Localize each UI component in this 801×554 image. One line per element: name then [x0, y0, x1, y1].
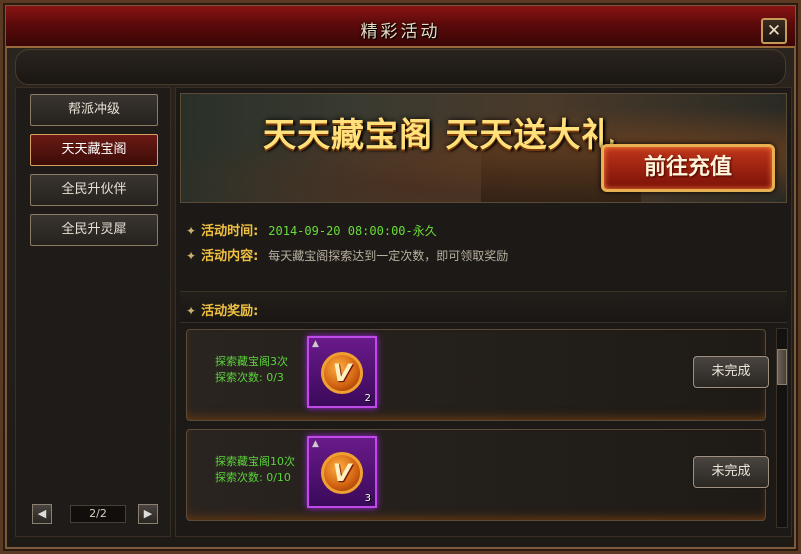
lock-icon: ▲	[312, 439, 319, 449]
sidebar-item-guild-level[interactable]: 帮派冲级	[30, 94, 158, 126]
reward-row: 探索藏宝阁10次 探索次数: 0/10 ▲ V 3 未完成	[186, 429, 769, 521]
window-title: 精彩活动	[360, 22, 441, 42]
reward-item-slot[interactable]: ▲ V 2	[307, 336, 377, 408]
close-icon: ✕	[766, 21, 782, 41]
close-button[interactable]: ✕	[761, 18, 787, 44]
chevron-right-icon: ▶	[143, 507, 153, 520]
bullet-icon: ✦	[186, 249, 197, 263]
sidebar-item-partner-upgrade[interactable]: 全民升伙伴	[30, 174, 158, 206]
reward-row: 探索藏宝阁3次 探索次数: 0/3 ▲ V 2 未完成	[186, 329, 769, 421]
rewards-label-row: ✦ 活动奖励:	[186, 300, 268, 319]
activity-time-label: 活动时间:	[201, 224, 259, 239]
sidebar-item-spirit-upgrade[interactable]: 全民升灵犀	[30, 214, 158, 246]
recharge-button[interactable]: 前往充值	[601, 144, 775, 192]
header-band	[15, 49, 786, 85]
activity-content-value: 每天藏宝阁探索达到一定次数，即可领取奖励	[268, 249, 509, 263]
next-page-button[interactable]: ▶	[138, 504, 158, 524]
reward-progress: 探索次数: 0/3	[215, 371, 284, 384]
activity-window: 精彩活动 ✕ 帮派冲级 天天藏宝阁 全民升伙伴 全民升灵犀 ◀ 2/2 ▶ 天天…	[0, 0, 801, 554]
chevron-left-icon: ◀	[37, 507, 47, 520]
claim-status-button[interactable]: 未完成	[693, 456, 769, 488]
bullet-icon: ✦	[186, 224, 197, 238]
sidebar-pager: ◀ 2/2 ▶	[32, 504, 158, 526]
page-indicator: 2/2	[70, 505, 126, 523]
sidebar-item-label: 帮派冲级	[67, 102, 120, 117]
item-count: 3	[364, 493, 371, 504]
reward-requirement: 探索藏宝阁10次 探索次数: 0/10	[215, 454, 295, 486]
bullet-icon: ✦	[186, 304, 197, 318]
lock-icon: ▲	[312, 339, 319, 349]
reward-requirement: 探索藏宝阁3次 探索次数: 0/3	[215, 354, 288, 386]
activity-content-row: ✦ 活动内容: 每天藏宝阁探索达到一定次数，即可领取奖励	[186, 245, 508, 264]
rewards-label: 活动奖励:	[201, 304, 259, 319]
activity-sidebar: 帮派冲级 天天藏宝阁 全民升伙伴 全民升灵犀 ◀ 2/2 ▶	[15, 87, 171, 537]
activity-detail-panel: 天天藏宝阁 天天送大礼 前往充值 ✦ 活动时间: 2014-09-20 08:00:…	[175, 87, 792, 537]
sidebar-item-label: 全民升灵犀	[61, 222, 127, 237]
reward-goal: 探索藏宝阁10次	[215, 455, 295, 468]
claim-status-button[interactable]: 未完成	[693, 356, 769, 388]
reward-item-slot[interactable]: ▲ V 3	[307, 436, 377, 508]
reward-goal: 探索藏宝阁3次	[215, 355, 288, 368]
coin-icon: V	[321, 452, 363, 494]
sidebar-item-label: 天天藏宝阁	[61, 142, 127, 157]
banner-title: 天天藏宝阁 天天送大礼	[263, 115, 616, 154]
activity-time-value: 2014-09-20 08:00:00-永久	[268, 224, 437, 238]
prev-page-button[interactable]: ◀	[32, 504, 52, 524]
activity-content-label: 活动内容:	[201, 249, 259, 264]
activity-time-row: ✦ 活动时间: 2014-09-20 08:00:00-永久	[186, 220, 437, 239]
coin-icon: V	[321, 352, 363, 394]
sidebar-item-label: 全民升伙伴	[61, 182, 127, 197]
sidebar-item-treasure-pavilion[interactable]: 天天藏宝阁	[30, 134, 158, 166]
item-count: 2	[364, 393, 371, 404]
rewards-header: ✦ 活动奖励:	[180, 291, 787, 323]
title-bar[interactable]: 精彩活动 ✕	[6, 6, 795, 48]
promo-banner: 天天藏宝阁 天天送大礼 前往充值	[180, 93, 787, 203]
scrollbar-thumb[interactable]	[777, 349, 787, 385]
rewards-scrollbar[interactable]	[776, 328, 788, 528]
reward-progress: 探索次数: 0/10	[215, 471, 291, 484]
